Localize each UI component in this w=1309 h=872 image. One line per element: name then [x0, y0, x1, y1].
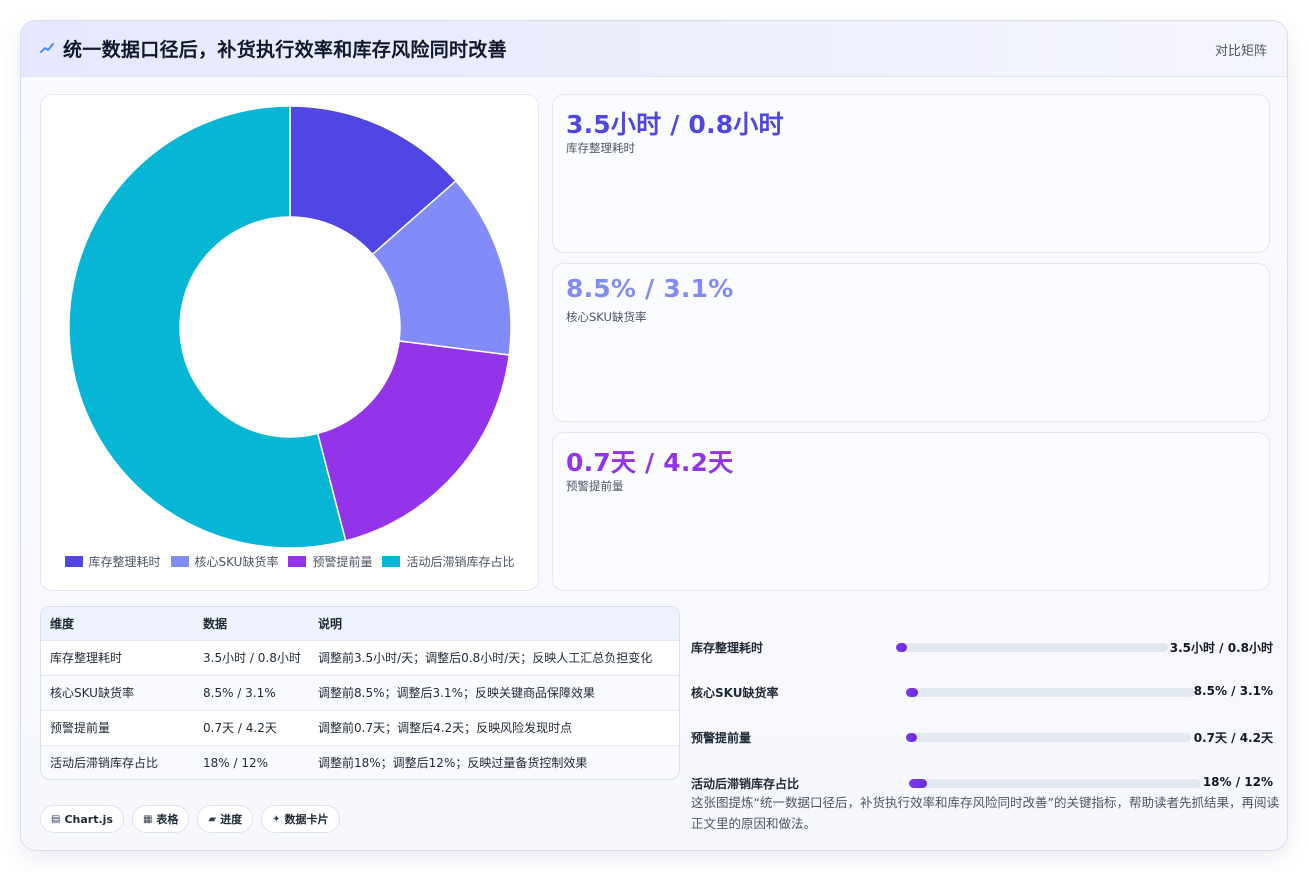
data-table: 维度 数据 说明 库存整理耗时 3.5小时 / 0.8小时 调整前3.5小时/天…: [40, 606, 680, 780]
table-cell: 18% / 12%: [194, 744, 309, 779]
legend-item[interactable]: 预警提前量: [288, 553, 372, 570]
progress-value: 18% / 12%: [1202, 775, 1273, 789]
chip-button[interactable]: ✦ 数据卡片: [261, 805, 340, 833]
table-cell: 调整前18%；调整后12%；反映过量备货控制效果: [309, 744, 679, 779]
progress-row: 活动后滞销库存占比 18% / 12%: [691, 773, 1273, 793]
chip-row: ▤ Chart.js ▦ 表格 ▰ 进度 ✦ 数据卡片: [40, 805, 340, 833]
table-cell: 3.5小时 / 0.8小时: [194, 639, 309, 675]
chip-button[interactable]: ▰ 进度: [197, 805, 254, 833]
progress-fill: [906, 688, 918, 697]
legend-swatch: [64, 556, 83, 567]
table-icon: ▦: [142, 813, 153, 825]
table-row: 活动后滞销库存占比 18% / 12% 调整前18%；调整后12%；反映过量备货…: [41, 744, 679, 779]
table-header-cell: 数据: [203, 616, 228, 631]
progress-value: 8.5% / 3.1%: [1193, 684, 1273, 698]
summary-note: 这张图提炼“统一数据口径后，补货执行效率和库存风险同时改善”的关键指标，帮助读者…: [691, 795, 1279, 831]
kpi-value: 0.7天 / 4.2天: [566, 448, 734, 477]
progress-value: 0.7天 / 4.2天: [1193, 731, 1273, 745]
chip-button[interactable]: ▦ 表格: [131, 805, 190, 833]
kpi-label: 核心SKU缺货率: [566, 310, 647, 324]
table-cell: 预警提前量: [41, 709, 194, 745]
table-row: 核心SKU缺货率 8.5% / 3.1% 调整前8.5%；调整后3.1%；反映关…: [41, 674, 679, 710]
donut-chart: [68, 105, 512, 549]
progress-track: [906, 688, 1195, 697]
chart-line-icon: [40, 43, 54, 53]
table-cell: 活动后滞销库存占比: [41, 744, 194, 779]
progress-track: [906, 733, 1191, 742]
progress-label: 活动后滞销库存占比: [691, 777, 800, 791]
progress-value: 3.5小时 / 0.8小时: [1169, 641, 1273, 655]
chip-label: Chart.js: [64, 812, 113, 826]
progress-label: 库存整理耗时: [691, 641, 764, 655]
kpi-card: 3.5小时 / 0.8小时库存整理耗时: [552, 94, 1270, 253]
kpi-label: 库存整理耗时: [566, 141, 635, 155]
legend-label: 库存整理耗时: [88, 555, 161, 569]
table-cell: 0.7天 / 4.2天: [194, 709, 309, 745]
progress-row: 核心SKU缺货率 8.5% / 3.1%: [691, 682, 1273, 702]
page-title: 统一数据口径后，补货执行效率和库存风险同时改善: [63, 39, 507, 61]
legend-swatch: [288, 556, 307, 567]
table-cell: 核心SKU缺货率: [41, 674, 194, 710]
table-header-cell: 说明: [318, 616, 343, 631]
legend-item[interactable]: 库存整理耗时: [64, 553, 161, 570]
kpi-value: 8.5% / 3.1%: [566, 274, 734, 303]
progress-fill: [906, 733, 918, 742]
table-cell: 调整前8.5%；调整后3.1%；反映关键商品保障效果: [309, 674, 679, 710]
progress-label: 预警提前量: [691, 731, 752, 745]
table-cell: 调整前3.5小时/天；调整后0.8小时/天；反映人工汇总负担变化: [309, 639, 679, 675]
chip-label: 表格: [156, 813, 179, 826]
table-cell: 调整前0.7天；调整后4.2天；反映风险发现时点: [309, 709, 679, 745]
progress-list: 库存整理耗时 3.5小时 / 0.8小时核心SKU缺货率 8.5% / 3.1% 预警…: [691, 609, 1273, 791]
kpi-card: 8.5% / 3.1% 核心SKU缺货率: [552, 263, 1270, 422]
table-row: 预警提前量 0.7天 / 4.2天 调整前0.7天；调整后4.2天；反映风险发现…: [41, 709, 679, 745]
table-header-row: 维度 数据 说明: [41, 607, 679, 640]
table-cell: 库存整理耗时: [41, 639, 194, 675]
legend-item[interactable]: 核心SKU缺货率: [170, 553, 279, 570]
progress-icon: ▰: [208, 813, 217, 825]
legend-label: 活动后滞销库存占比: [406, 555, 515, 569]
progress-track: [896, 643, 1168, 652]
progress-track: [909, 779, 1201, 788]
donut-chart-panel: 库存整理耗时 核心SKU缺货率 预警提前量 活动后滞销库存占比: [40, 94, 539, 591]
matrix-link[interactable]: 对比矩阵: [1215, 40, 1267, 59]
progress-label: 核心SKU缺货率: [691, 686, 779, 700]
dashboard-card: 统一数据口径后，补货执行效率和库存风险同时改善 对比矩阵 库存整理耗时 核心SKU…: [20, 20, 1288, 851]
donut-slice[interactable]: [316, 340, 511, 542]
table-cell: 8.5% / 3.1%: [194, 674, 309, 710]
legend-label: 核心SKU缺货率: [194, 555, 279, 569]
legend-item[interactable]: 活动后滞销库存占比: [382, 553, 515, 570]
progress-row: 库存整理耗时 3.5小时 / 0.8小时: [691, 637, 1273, 657]
chip-button[interactable]: ▤ Chart.js: [40, 805, 124, 833]
legend-swatch: [382, 556, 401, 567]
kpi-label: 预警提前量: [566, 479, 624, 493]
table-header-cell: 维度: [50, 616, 75, 631]
progress-fill: [896, 643, 907, 652]
legend-swatch: [170, 556, 189, 567]
kpi-value: 3.5小时 / 0.8小时: [566, 110, 784, 139]
sparkle-icon: ✦: [272, 813, 281, 825]
chart-icon: ▤: [51, 813, 61, 825]
progress-fill: [909, 779, 927, 788]
legend-label: 预警提前量: [312, 555, 373, 569]
kpi-card: 0.7天 / 4.2天预警提前量: [552, 432, 1270, 591]
progress-row: 预警提前量 0.7天 / 4.2天: [691, 727, 1273, 747]
chip-label: 数据卡片: [284, 813, 329, 826]
chip-label: 进度: [220, 813, 243, 826]
table-row: 库存整理耗时 3.5小时 / 0.8小时 调整前3.5小时/天；调整后0.8小时…: [41, 639, 679, 675]
header-bar: 统一数据口径后，补货执行效率和库存风险同时改善 对比矩阵: [21, 21, 1287, 77]
chart-legend: 库存整理耗时 核心SKU缺货率 预警提前量 活动后滞销库存占比: [41, 553, 538, 570]
